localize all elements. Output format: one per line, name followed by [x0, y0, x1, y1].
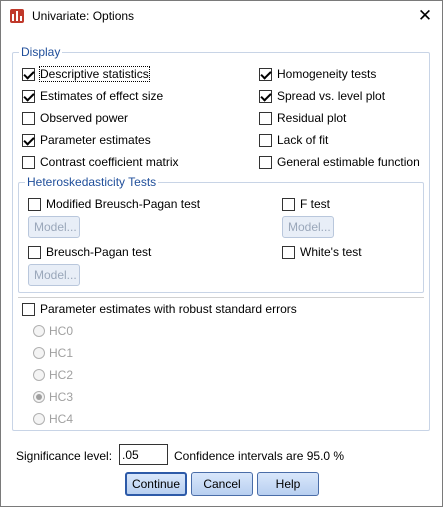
descriptive-stats-option[interactable]: Descriptive statistics: [22, 66, 150, 82]
contrast-matrix-checkbox[interactable]: [22, 155, 35, 169]
f-test-option[interactable]: F test: [282, 196, 330, 212]
effect-size-option[interactable]: Estimates of effect size: [22, 88, 163, 104]
white-test-option[interactable]: White's test: [282, 244, 362, 260]
hc1-option[interactable]: HC1: [33, 345, 73, 361]
modified-bp-option[interactable]: Modified Breusch-Pagan test: [28, 196, 200, 212]
descriptive-stats-checkbox[interactable]: [22, 67, 35, 81]
bp-label: Breusch-Pagan test: [46, 245, 152, 259]
spread-level-option[interactable]: Spread vs. level plot: [259, 88, 385, 104]
significance-input[interactable]: [119, 444, 168, 465]
lack-of-fit-label: Lack of fit: [277, 133, 329, 147]
parameter-estimates-option[interactable]: Parameter estimates: [22, 132, 151, 148]
hc2-label: HC2: [49, 368, 74, 382]
f-test-model-button[interactable]: Model...: [282, 216, 334, 238]
white-test-label: White's test: [300, 245, 362, 259]
bp-model-button[interactable]: Model...: [28, 264, 80, 286]
contrast-matrix-option[interactable]: Contrast coefficient matrix: [22, 154, 179, 170]
hc3-label: HC3: [49, 390, 74, 404]
help-button[interactable]: Help: [257, 472, 319, 496]
dialog-body: Display Descriptive statistics Estimates…: [1, 31, 442, 506]
modified-bp-model-button[interactable]: Model...: [28, 216, 80, 238]
bp-option[interactable]: Breusch-Pagan test: [28, 244, 151, 260]
hc1-label: HC1: [49, 346, 74, 360]
white-test-checkbox[interactable]: [282, 245, 295, 259]
parameter-estimates-checkbox[interactable]: [22, 133, 35, 147]
residual-plot-checkbox[interactable]: [259, 111, 272, 125]
f-test-checkbox[interactable]: [282, 197, 295, 211]
robust-se-checkbox[interactable]: [22, 302, 35, 316]
display-legend: Display: [19, 45, 63, 59]
hc3-option[interactable]: HC3: [33, 389, 73, 405]
cancel-button[interactable]: Cancel: [191, 472, 253, 496]
homogeneity-tests-checkbox[interactable]: [259, 67, 272, 81]
hc2-option[interactable]: HC2: [33, 367, 73, 383]
f-test-label: F test: [300, 197, 331, 211]
continue-button[interactable]: Continue: [125, 472, 187, 496]
bp-checkbox[interactable]: [28, 245, 41, 259]
options-dialog: Univariate: Options ✕ Display Descriptiv…: [0, 0, 443, 507]
hc0-label: HC0: [49, 324, 74, 338]
effect-size-label: Estimates of effect size: [40, 89, 164, 103]
hc4-option[interactable]: HC4: [33, 411, 73, 427]
contrast-matrix-label: Contrast coefficient matrix: [40, 155, 179, 169]
robust-se-option[interactable]: Parameter estimates with robust standard…: [22, 301, 297, 317]
observed-power-label: Observed power: [40, 111, 129, 125]
general-estimable-checkbox[interactable]: [259, 155, 272, 169]
homogeneity-tests-option[interactable]: Homogeneity tests: [259, 66, 376, 82]
general-estimable-option[interactable]: General estimable function: [259, 154, 420, 170]
window-title: Univariate: Options: [32, 9, 135, 23]
descriptive-stats-label: Descriptive statistics: [39, 66, 150, 82]
hc4-radio[interactable]: [33, 413, 45, 425]
modified-bp-checkbox[interactable]: [28, 197, 41, 211]
close-icon[interactable]: ✕: [408, 1, 442, 30]
heteroskedasticity-legend: Heteroskedasticity Tests: [25, 175, 159, 189]
homogeneity-tests-label: Homogeneity tests: [277, 67, 377, 81]
robust-separator: [18, 297, 424, 298]
hc0-option[interactable]: HC0: [33, 323, 73, 339]
hc0-radio[interactable]: [33, 325, 45, 337]
hc1-radio[interactable]: [33, 347, 45, 359]
confidence-interval-text: Confidence intervals are 95.0 %: [174, 449, 345, 463]
lack-of-fit-checkbox[interactable]: [259, 133, 272, 147]
hc4-label: HC4: [49, 412, 74, 426]
parameter-estimates-label: Parameter estimates: [40, 133, 151, 147]
observed-power-option[interactable]: Observed power: [22, 110, 128, 126]
title-bar: Univariate: Options ✕: [1, 1, 442, 31]
residual-plot-label: Residual plot: [277, 111, 347, 125]
hc2-radio[interactable]: [33, 369, 45, 381]
hc3-radio[interactable]: [33, 391, 45, 403]
general-estimable-label: General estimable function: [277, 155, 420, 169]
spread-level-checkbox[interactable]: [259, 89, 272, 103]
robust-se-label: Parameter estimates with robust standard…: [40, 302, 297, 316]
spread-level-label: Spread vs. level plot: [277, 89, 386, 103]
observed-power-checkbox[interactable]: [22, 111, 35, 125]
modified-bp-label: Modified Breusch-Pagan test: [46, 197, 201, 211]
lack-of-fit-option[interactable]: Lack of fit: [259, 132, 328, 148]
significance-label: Significance level:: [16, 449, 113, 463]
spss-app-icon: [10, 9, 24, 23]
residual-plot-option[interactable]: Residual plot: [259, 110, 346, 126]
effect-size-checkbox[interactable]: [22, 89, 35, 103]
